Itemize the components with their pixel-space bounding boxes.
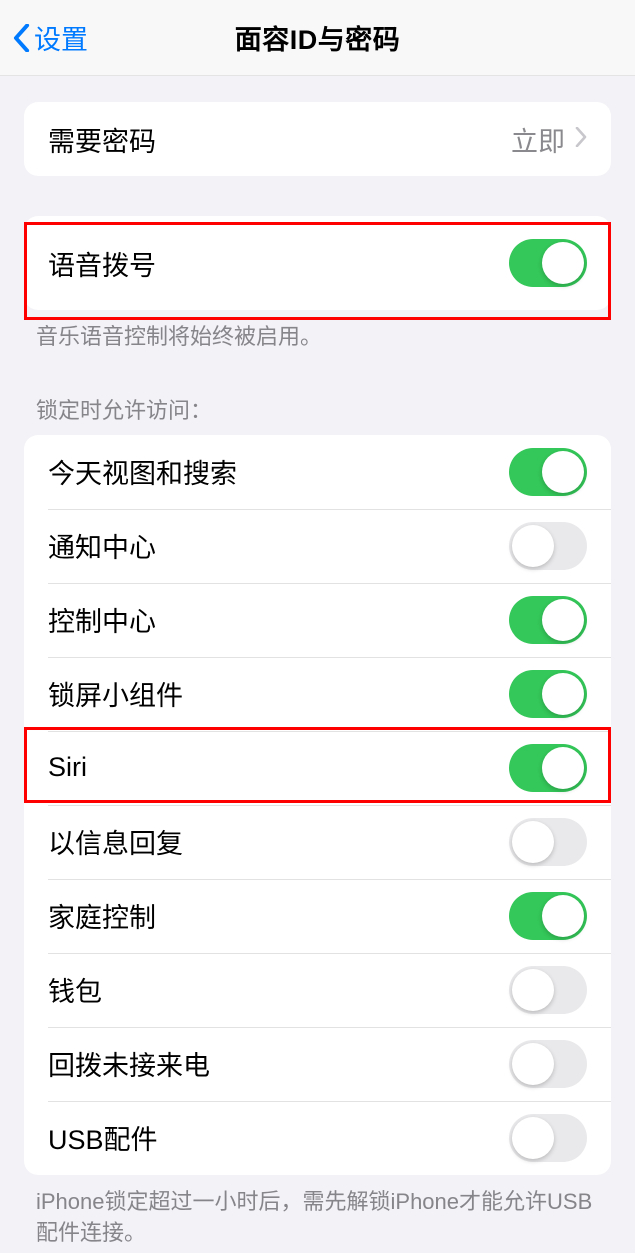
lock-access-row: 以信息回复 [24,805,611,879]
require-passcode-group: 需要密码 立即 [24,102,611,176]
lock-access-label: 家庭控制 [48,896,509,935]
page-title: 面容ID与密码 [235,18,401,57]
chevron-left-icon [12,23,30,53]
lock-access-toggle[interactable] [509,744,587,792]
lock-access-toggle[interactable] [509,670,587,718]
lock-access-row: 控制中心 [24,583,611,657]
require-passcode-value: 立即 [511,120,565,159]
voice-dial-row: 语音拨号 [24,216,611,310]
lock-access-toggle[interactable] [509,448,587,496]
back-button[interactable]: 设置 [12,18,88,57]
lock-access-row: USB配件 [24,1101,611,1175]
lock-access-toggle[interactable] [509,818,587,866]
lock-access-row: 锁屏小组件 [24,657,611,731]
lock-access-label: 以信息回复 [48,822,509,861]
lock-access-label: 钱包 [48,970,509,1009]
lock-access-row: Siri [24,731,611,805]
require-passcode-label: 需要密码 [48,120,511,159]
lock-access-label: 回拨未接来电 [48,1044,509,1083]
lock-access-group: 今天视图和搜索通知中心控制中心锁屏小组件 Siri 以信息回复家庭控制钱包回拨未接来… [24,435,611,1175]
lock-access-label: 通知中心 [48,526,509,565]
lock-access-row: 通知中心 [24,509,611,583]
lock-access-footer: iPhone锁定超过一小时后，需先解锁iPhone才能允许USB配件连接。 [0,1175,635,1249]
voice-dial-label: 语音拨号 [48,244,509,283]
lock-access-header: 锁定时允许访问： [0,393,635,435]
lock-access-row: 家庭控制 [24,879,611,953]
require-passcode-row[interactable]: 需要密码 立即 [24,102,611,176]
lock-access-toggle[interactable] [509,522,587,570]
lock-access-toggle[interactable] [509,966,587,1014]
lock-access-label: 控制中心 [48,600,509,639]
lock-access-row: 今天视图和搜索 [24,435,611,509]
lock-access-label: 锁屏小组件 [48,674,509,713]
voice-dial-footer: 音乐语音控制将始终被启用。 [0,310,635,353]
chevron-right-icon [575,127,587,152]
lock-access-row: 钱包 [24,953,611,1027]
lock-access-toggle[interactable] [509,1114,587,1162]
lock-access-label: USB配件 [48,1118,509,1157]
lock-access-toggle[interactable] [509,596,587,644]
voice-dial-group: 语音拨号 [24,216,611,310]
nav-header: 设置 面容ID与密码 [0,0,635,76]
voice-dial-toggle[interactable] [509,239,587,287]
lock-access-label: 今天视图和搜索 [48,452,509,491]
lock-access-toggle[interactable] [509,892,587,940]
lock-access-row: 回拨未接来电 [24,1027,611,1101]
lock-access-label: Siri [48,752,509,783]
lock-access-toggle[interactable] [509,1040,587,1088]
back-label: 设置 [34,18,88,57]
